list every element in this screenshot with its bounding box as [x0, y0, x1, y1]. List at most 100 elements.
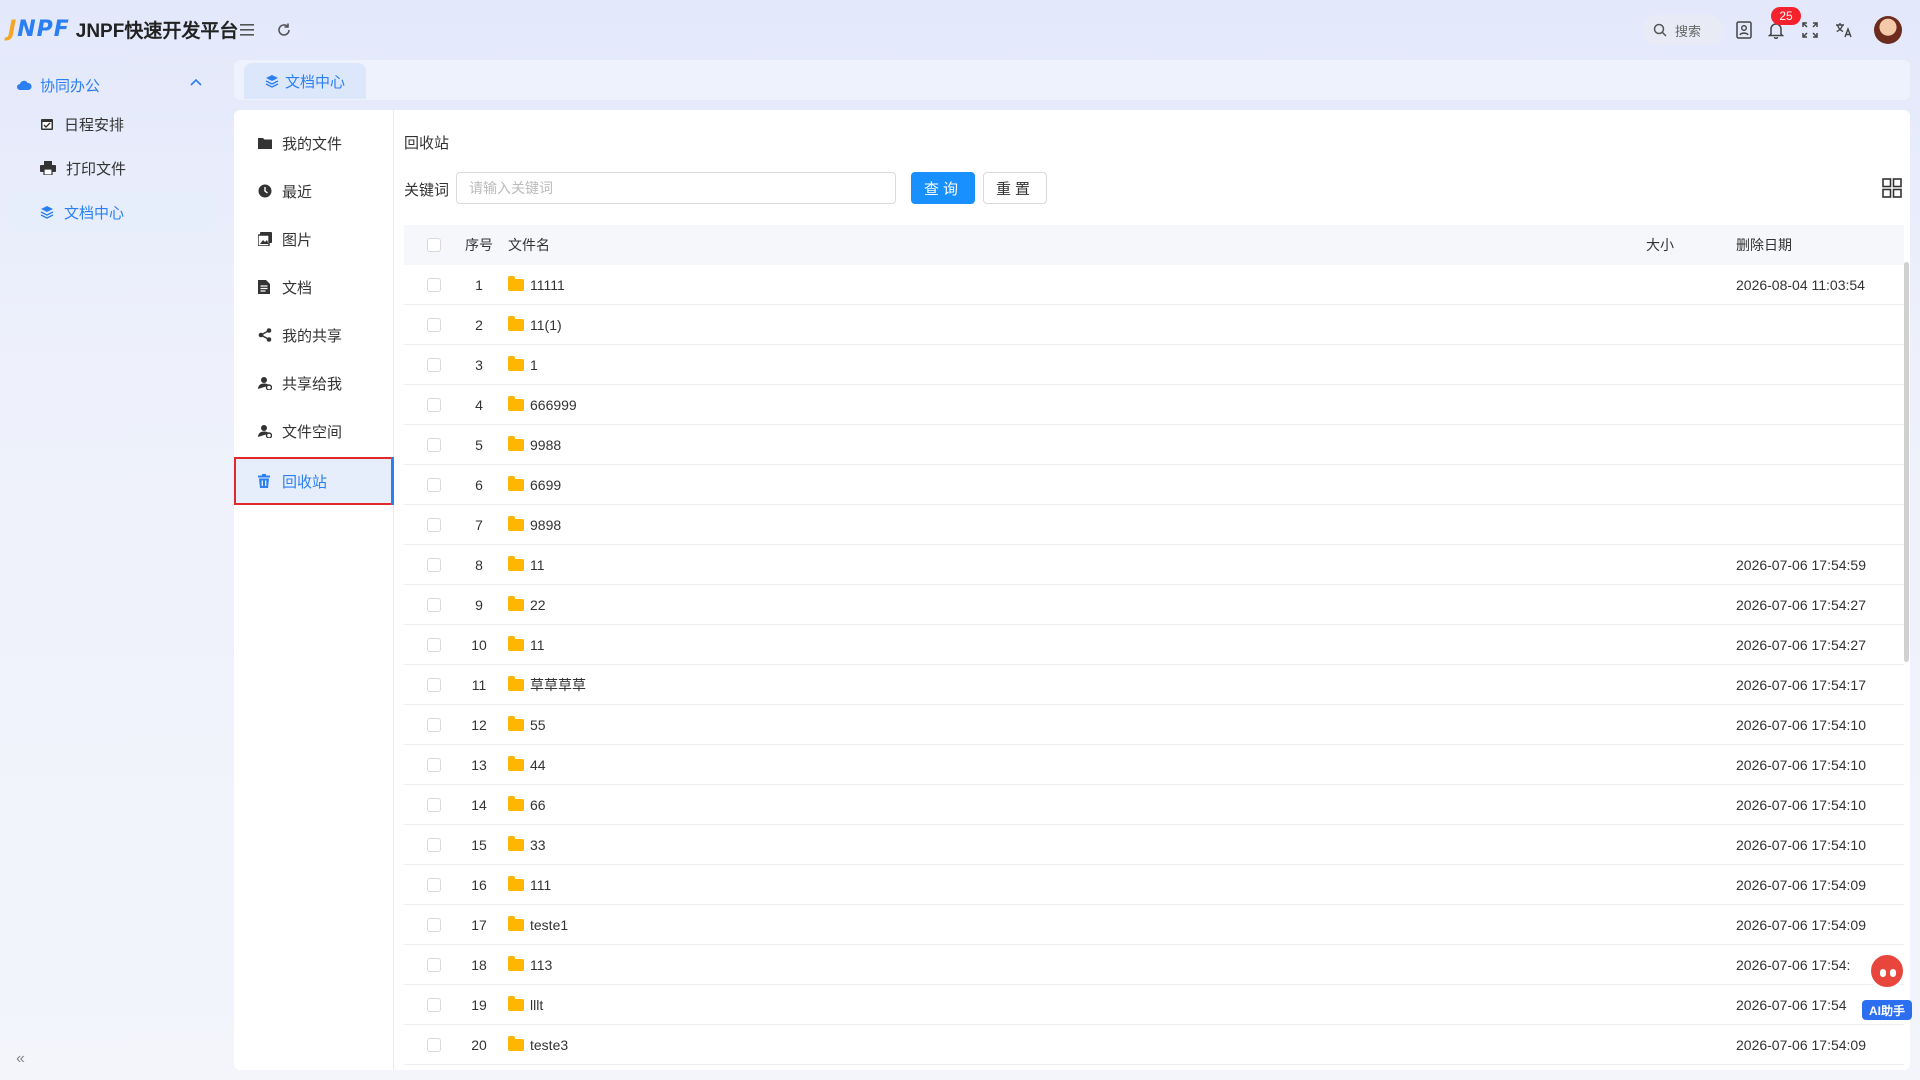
- row-file-name-cell[interactable]: lllt: [494, 995, 1646, 1013]
- row-number: 9: [475, 596, 483, 613]
- row-checkbox[interactable]: [427, 1037, 441, 1052]
- row-file-name: 22: [530, 596, 546, 613]
- fullscreen-icon[interactable]: [1798, 18, 1822, 42]
- table-row[interactable]: 10 11 2026-07-06 17:54:27: [404, 625, 1904, 665]
- row-checkbox[interactable]: [427, 917, 441, 932]
- sidebar-item-label: 文档中心: [64, 204, 125, 222]
- header-search[interactable]: 搜索: [1643, 15, 1723, 45]
- row-file-name-cell[interactable]: 666999: [494, 395, 1646, 413]
- table-row[interactable]: 2 11(1): [404, 305, 1904, 345]
- translate-icon[interactable]: [1832, 18, 1856, 42]
- row-number: 12: [471, 716, 487, 733]
- sidebar-group-collab[interactable]: 协同办公: [8, 66, 216, 104]
- row-checkbox[interactable]: [427, 397, 441, 412]
- row-checkbox[interactable]: [427, 837, 441, 852]
- nav-shared-with-me[interactable]: 共享给我: [234, 359, 394, 407]
- table-row[interactable]: 20 teste3 2026-07-06 17:54:09: [404, 1025, 1904, 1065]
- reset-button[interactable]: 重置: [983, 172, 1047, 204]
- nav-my-files[interactable]: 我的文件: [234, 119, 394, 167]
- table-row[interactable]: 19 lllt 2026-07-06 17:54: [404, 985, 1904, 1025]
- row-checkbox[interactable]: [427, 597, 441, 612]
- keyword-input[interactable]: [456, 172, 896, 204]
- row-file-name-cell[interactable]: 33: [494, 835, 1646, 853]
- row-file-name-cell[interactable]: 草草草草: [494, 675, 1646, 695]
- row-file-name-cell[interactable]: 66: [494, 795, 1646, 813]
- tab-doc-center[interactable]: 文档中心: [244, 63, 366, 99]
- row-file-name-cell[interactable]: 1: [494, 355, 1646, 373]
- select-all-checkbox[interactable]: [427, 238, 441, 252]
- contacts-icon[interactable]: [1732, 18, 1756, 42]
- row-file-name-cell[interactable]: 11(1): [494, 315, 1646, 333]
- table-row[interactable]: 8 11 2026-07-06 17:54:59: [404, 545, 1904, 585]
- table-row[interactable]: 15 33 2026-07-06 17:54:10: [404, 825, 1904, 865]
- clock-icon: [258, 184, 274, 198]
- table-row[interactable]: 6 6699: [404, 465, 1904, 505]
- table-row[interactable]: 11 草草草草 2026-07-06 17:54:17: [404, 665, 1904, 705]
- row-checkbox[interactable]: [427, 517, 441, 532]
- row-checkbox[interactable]: [427, 997, 441, 1012]
- row-file-name-cell[interactable]: 113: [494, 955, 1646, 973]
- table-row[interactable]: 14 66 2026-07-06 17:54:10: [404, 785, 1904, 825]
- nav-documents[interactable]: 文档: [234, 263, 394, 311]
- row-checkbox[interactable]: [427, 357, 441, 372]
- nav-recent[interactable]: 最近: [234, 167, 394, 215]
- app-logo[interactable]: JNPF JNPF快速开发平台: [8, 16, 238, 43]
- sidebar-item-print[interactable]: 打印文件: [8, 148, 216, 188]
- nav-images[interactable]: 图片: [234, 215, 394, 263]
- row-checkbox[interactable]: [427, 677, 441, 692]
- table-row[interactable]: 5 9988: [404, 425, 1904, 465]
- table-row[interactable]: 31: [404, 345, 1904, 385]
- nav-my-shares[interactable]: 我的共享: [234, 311, 394, 359]
- query-button[interactable]: 查询: [911, 172, 975, 204]
- sidebar-item-doc-center[interactable]: 文档中心: [8, 192, 216, 232]
- row-checkbox[interactable]: [427, 277, 441, 292]
- row-file-name-cell[interactable]: teste3: [494, 1035, 1646, 1053]
- user-share-icon: [258, 376, 274, 390]
- app-title: JNPF快速开发平台: [75, 21, 239, 42]
- table-row[interactable]: 17 teste1 2026-07-06 17:54:09: [404, 905, 1904, 945]
- table-row[interactable]: 4 666999: [404, 385, 1904, 425]
- table-row[interactable]: 16 111 2026-07-06 17:54:09: [404, 865, 1904, 905]
- nav-file-space[interactable]: 文件空间: [234, 407, 394, 455]
- collapse-sidebar-icon[interactable]: «: [16, 1050, 25, 1068]
- row-checkbox[interactable]: [427, 637, 441, 652]
- folder-icon: [258, 137, 274, 149]
- row-checkbox[interactable]: [427, 957, 441, 972]
- sidebar-item-schedule[interactable]: 日程安排: [8, 104, 216, 144]
- nav-recycle-bin[interactable]: 回收站: [234, 457, 394, 505]
- row-file-name-cell[interactable]: 44: [494, 755, 1646, 773]
- row-file-name-cell[interactable]: 22: [494, 595, 1646, 613]
- row-file-name-cell[interactable]: 55: [494, 715, 1646, 733]
- menu-toggle-icon[interactable]: [236, 18, 260, 42]
- row-file-name-cell[interactable]: 11111: [494, 275, 1646, 293]
- table-row[interactable]: 1 11111 2026-08-04 11:03:54: [404, 265, 1904, 305]
- row-file-name-cell[interactable]: 9898: [494, 515, 1646, 533]
- row-file-name-cell[interactable]: 9988: [494, 435, 1646, 453]
- table-row[interactable]: 18 113 2026-07-06 17:54:: [404, 945, 1904, 985]
- row-number: 10: [471, 636, 487, 653]
- row-checkbox[interactable]: [427, 797, 441, 812]
- row-checkbox[interactable]: [427, 477, 441, 492]
- row-file-name-cell[interactable]: 11: [494, 635, 1646, 653]
- row-checkbox[interactable]: [427, 757, 441, 772]
- row-checkbox[interactable]: [427, 717, 441, 732]
- grid-view-icon[interactable]: [1882, 178, 1902, 198]
- row-file-name-cell[interactable]: 111: [494, 875, 1646, 893]
- table-scrollbar[interactable]: [1904, 262, 1909, 662]
- chevron-up-icon[interactable]: [190, 78, 202, 86]
- row-checkbox[interactable]: [427, 557, 441, 572]
- table-row[interactable]: 7 9898: [404, 505, 1904, 545]
- table-row[interactable]: 12 55 2026-07-06 17:54:10: [404, 705, 1904, 745]
- table-row[interactable]: 13 44 2026-07-06 17:54:10: [404, 745, 1904, 785]
- table-row[interactable]: 9 22 2026-07-06 17:54:27: [404, 585, 1904, 625]
- refresh-icon[interactable]: [272, 18, 296, 42]
- row-checkbox[interactable]: [427, 877, 441, 892]
- ai-assistant-button[interactable]: AI助手: [1862, 952, 1912, 1022]
- row-file-name: 666999: [530, 396, 577, 413]
- row-file-name-cell[interactable]: teste1: [494, 915, 1646, 933]
- row-checkbox[interactable]: [427, 317, 441, 332]
- row-file-name-cell[interactable]: 6699: [494, 475, 1646, 493]
- row-checkbox[interactable]: [427, 437, 441, 452]
- user-avatar[interactable]: [1874, 16, 1902, 44]
- row-file-name-cell[interactable]: 11: [494, 555, 1646, 573]
